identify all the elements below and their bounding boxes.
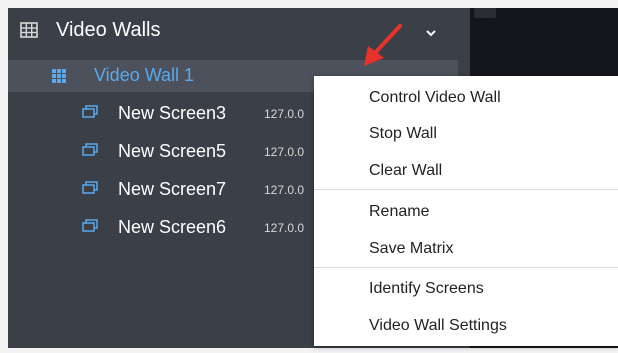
menu-item-label: Stop Wall [369,125,437,142]
screen-ip: 127.0.0 [264,145,305,159]
menu-item-label: Clear Wall [369,162,443,179]
monitor-icon [82,143,98,162]
tree-item-screen[interactable]: New Screen3 127.0.0 [8,98,328,130]
screen-ip: 127.0.0 [264,183,305,197]
red-arrow-icon [356,22,406,77]
context-menu: Control Video Wall Stop Wall Clear Wall … [314,76,618,346]
scrollbar-thumb[interactable] [474,8,496,18]
menu-separator [314,267,618,268]
menu-item-rename[interactable]: Rename [314,194,618,230]
monitor-icon [82,219,98,238]
menu-separator [314,189,618,190]
screen-name: New Screen5 [118,141,227,161]
menu-item-label: Rename [369,203,430,220]
monitor-icon [82,105,98,124]
video-wall-label: Video Wall 1 [94,65,195,85]
screen-ip: 127.0.0 [264,107,305,121]
grid-icon [52,69,66,88]
menu-item-control-video-wall[interactable]: Control Video Wall [314,80,618,116]
tree-item-screen[interactable]: New Screen5 127.0.0 [8,136,328,168]
panel-title: Video Walls [56,19,161,41]
screen-name: New Screen6 [118,217,227,237]
screen-ip: 127.0.0 [264,221,305,235]
menu-item-clear-wall[interactable]: Clear Wall [314,153,618,189]
video-wall-icon [20,22,38,43]
menu-item-label: Identify Screens [369,280,484,297]
menu-item-stop-wall[interactable]: Stop Wall [314,116,618,152]
tree-item-screen[interactable]: New Screen7 127.0.0 [8,174,328,206]
menu-item-label: Video Wall Settings [369,317,507,334]
screen-name: New Screen7 [118,179,227,199]
tree-item-screen[interactable]: New Screen6 127.0.0 [8,212,328,244]
screen-name: New Screen3 [118,103,227,123]
menu-item-identify-screens[interactable]: Identify Screens [314,271,618,307]
menu-item-label: Save Matrix [369,240,454,257]
monitor-icon [82,181,98,200]
chevron-down-icon[interactable] [425,24,437,42]
menu-item-video-wall-settings[interactable]: Video Wall Settings [314,308,618,344]
menu-item-label: Control Video Wall [369,89,501,106]
menu-item-save-matrix[interactable]: Save Matrix [314,231,618,267]
